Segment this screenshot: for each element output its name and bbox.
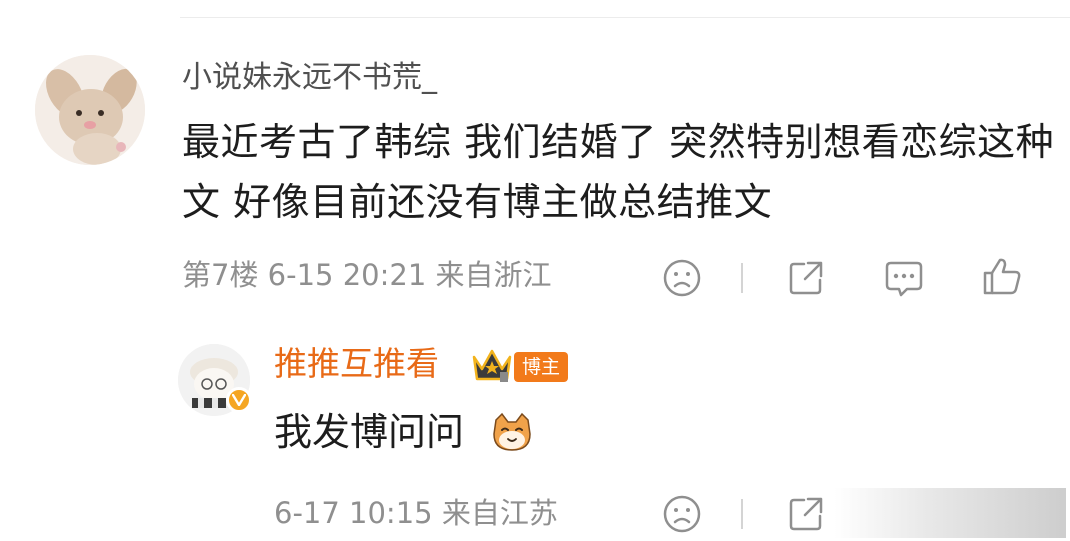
sad-face-icon[interactable] bbox=[660, 492, 704, 536]
reply-username[interactable]: 推推互推看 bbox=[274, 344, 439, 384]
cat-emoji-icon bbox=[490, 410, 534, 454]
action-separator bbox=[741, 263, 743, 293]
comment-text: 最近考古了韩综 我们结婚了 突然特别想看恋综这种文 好像目前还没有博主做总结推文 bbox=[182, 120, 1055, 224]
reply-meta: 6-17 10:15 来自江苏 bbox=[274, 496, 558, 530]
verified-badge-icon bbox=[226, 387, 252, 413]
like-icon[interactable] bbox=[980, 254, 1024, 298]
comment-username[interactable]: 小说妹永远不书荒_ bbox=[182, 60, 437, 96]
top-divider bbox=[180, 17, 1070, 18]
reply-text: 我发博问问 bbox=[274, 410, 465, 454]
avatar[interactable] bbox=[35, 55, 145, 165]
bunny-avatar-icon bbox=[35, 55, 145, 165]
share-icon[interactable] bbox=[784, 256, 828, 300]
crown-icon bbox=[470, 345, 514, 385]
share-icon[interactable] bbox=[784, 492, 828, 536]
sad-face-icon[interactable] bbox=[660, 256, 704, 300]
comment-meta: 第7楼 6-15 20:21 来自浙江 bbox=[182, 258, 552, 292]
comment-icon[interactable] bbox=[882, 256, 926, 300]
watermark bbox=[834, 488, 1066, 538]
action-separator bbox=[741, 499, 743, 529]
blogger-badge: 博主 bbox=[514, 352, 569, 382]
